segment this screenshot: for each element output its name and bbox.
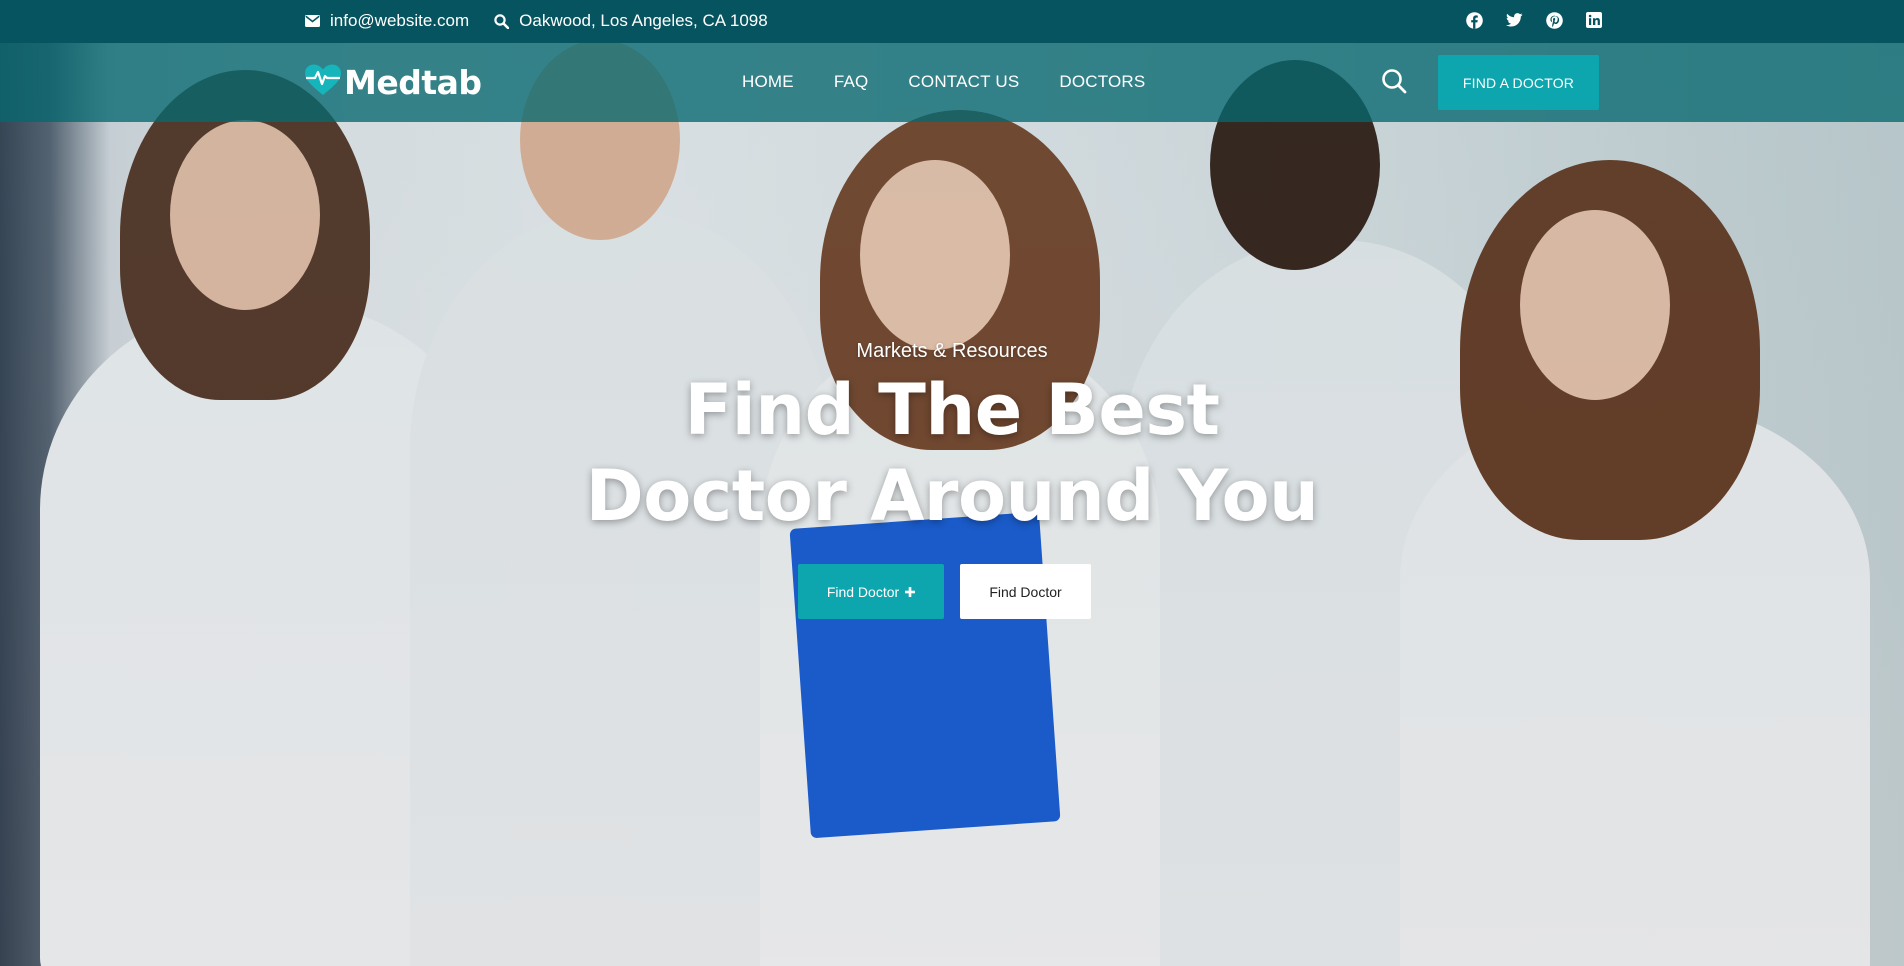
find-doctor-primary-label: Find Doctor <box>826 583 900 600</box>
heart-pulse-icon <box>304 64 342 101</box>
find-doctor-primary-button[interactable]: Find Doctor <box>798 564 944 619</box>
twitter-icon[interactable] <box>1505 11 1523 29</box>
hero-buttons: Find Doctor Find Doctor <box>798 564 1091 619</box>
pinterest-icon[interactable] <box>1545 11 1563 29</box>
envelope-icon <box>304 13 320 29</box>
search-button[interactable] <box>1380 68 1408 99</box>
email-item[interactable]: info@website.com <box>304 11 469 31</box>
hero-content: Markets & Resources Find The Best Doctor… <box>0 340 1904 539</box>
address-item: Oakwood, Los Angeles, CA 1098 <box>493 11 768 31</box>
main-navbar: Medtab HOME FAQ CONTACT US DOCTORS FIND … <box>0 43 1904 122</box>
hero-title-line2: Doctor Around You <box>585 455 1319 537</box>
find-a-doctor-button[interactable]: FIND A DOCTOR <box>1438 55 1599 110</box>
linkedin-icon[interactable] <box>1585 11 1603 29</box>
hero-title: Find The Best Doctor Around You <box>0 367 1904 539</box>
plus-icon <box>905 584 916 600</box>
address-text: Oakwood, Los Angeles, CA 1098 <box>519 11 768 30</box>
search-location-icon <box>493 13 509 29</box>
search-icon <box>1381 68 1407 99</box>
contact-info: info@website.com Oakwood, Los Angeles, C… <box>304 11 768 31</box>
nav-contact-us[interactable]: CONTACT US <box>908 72 1019 92</box>
top-bar: info@website.com Oakwood, Los Angeles, C… <box>0 0 1904 43</box>
primary-nav: HOME FAQ CONTACT US DOCTORS <box>742 72 1145 92</box>
hero-subtitle: Markets & Resources <box>856 340 1048 362</box>
hero-title-line1: Find The Best <box>684 369 1220 451</box>
site-logo[interactable]: Medtab <box>304 63 482 102</box>
logo-text: Medtab <box>344 63 482 102</box>
find-doctor-secondary-button[interactable]: Find Doctor <box>960 564 1091 619</box>
social-links <box>1465 11 1603 29</box>
nav-home[interactable]: HOME <box>742 72 794 92</box>
facebook-icon[interactable] <box>1465 11 1483 29</box>
email-text[interactable]: info@website.com <box>330 11 469 31</box>
nav-faq[interactable]: FAQ <box>834 72 869 92</box>
nav-doctors[interactable]: DOCTORS <box>1059 72 1145 92</box>
